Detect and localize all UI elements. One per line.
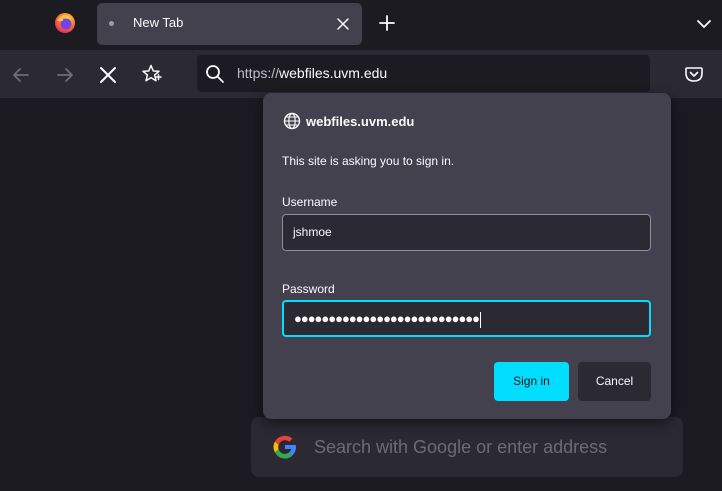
google-logo-icon	[273, 435, 296, 459]
cancel-button[interactable]: Cancel	[578, 362, 651, 401]
username-label: Username	[282, 195, 338, 209]
sign-in-button[interactable]: Sign in	[494, 362, 569, 401]
bookmark-star-icon[interactable]	[140, 63, 162, 85]
chevron-down-icon[interactable]	[694, 14, 714, 34]
tab-title: New Tab	[133, 15, 184, 30]
username-field[interactable]: jshmoe	[282, 214, 651, 251]
username-value: jshmoe	[293, 225, 332, 239]
search-icon	[206, 65, 224, 83]
pocket-icon[interactable]	[684, 64, 704, 84]
close-icon[interactable]	[334, 15, 352, 33]
url-bar[interactable]: https://webfiles.uvm.edu	[197, 55, 650, 92]
dialog-message: This site is asking you to sign in.	[282, 154, 455, 168]
globe-icon	[283, 112, 301, 130]
password-field[interactable]: ●●●●●●●●●●●●●●●●●●●●●●●●●●●	[282, 300, 651, 337]
tab-favicon-icon	[109, 21, 114, 26]
forward-arrow-icon[interactable]	[54, 64, 76, 86]
firefox-logo-icon[interactable]	[54, 12, 76, 34]
stop-loading-x-icon[interactable]	[97, 64, 119, 86]
new-tab-plus-icon[interactable]	[377, 13, 397, 33]
url-text[interactable]: https://webfiles.uvm.edu	[237, 65, 387, 81]
text-caret	[480, 311, 482, 328]
tab-new-tab[interactable]: New Tab	[97, 3, 362, 45]
newtab-search-placeholder: Search with Google or enter address	[314, 437, 608, 457]
url-host: webfiles.uvm.edu	[279, 65, 388, 81]
navigation-toolbar: https://webfiles.uvm.edu	[0, 50, 722, 98]
dialog-host: webfiles.uvm.edu	[306, 114, 415, 129]
password-label: Password	[282, 282, 335, 296]
password-value: ●●●●●●●●●●●●●●●●●●●●●●●●●●●	[294, 311, 480, 326]
newtab-search-box[interactable]: Search with Google or enter address	[251, 417, 683, 477]
tab-strip: New Tab	[0, 0, 722, 50]
back-arrow-icon[interactable]	[10, 64, 32, 86]
url-scheme: https://	[237, 65, 280, 81]
sign-in-dialog: webfiles.uvm.edu This site is asking you…	[263, 93, 671, 419]
